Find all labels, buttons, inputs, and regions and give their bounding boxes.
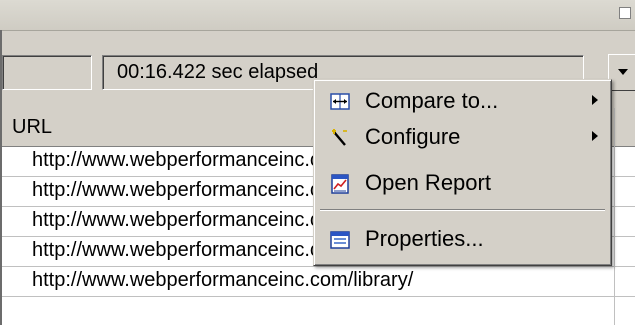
menu-item-label: Properties... (365, 226, 484, 251)
submenu-arrow-icon (592, 95, 598, 105)
column-divider (614, 108, 615, 325)
menu-item-label: Configure (365, 124, 461, 149)
url-cell: http://www.webperformanceinc.com/ (32, 149, 354, 171)
restore-button[interactable] (619, 7, 631, 19)
compare-icon (330, 92, 350, 112)
table-row[interactable]: http://www.webperformanceinc.com/library… (2, 267, 635, 297)
menu-separator (320, 209, 605, 211)
menu-item-label: Compare to... (365, 88, 499, 113)
menu-item-properties[interactable]: Properties... (317, 222, 608, 256)
chevron-down-icon (618, 69, 628, 75)
report-icon (330, 174, 350, 194)
window-title-bar (0, 0, 635, 31)
elapsed-time-text: 00:16.422 sec elapsed (117, 61, 319, 83)
menu-item-label: Open Report (365, 170, 491, 195)
menu-item-configure[interactable]: Configure (317, 120, 608, 154)
dropdown-button[interactable] (608, 54, 635, 91)
status-field (2, 55, 92, 90)
url-cell: http://www.webperformanceinc.com/library… (32, 269, 414, 291)
context-menu: Compare to... Configure Open Report Prop… (313, 79, 612, 266)
submenu-arrow-icon (592, 131, 598, 141)
properties-icon (330, 230, 350, 250)
wand-icon (330, 128, 350, 148)
url-column-header[interactable]: URL (12, 116, 52, 139)
menu-item-compare-to[interactable]: Compare to... (317, 84, 608, 118)
menu-item-open-report[interactable]: Open Report (317, 166, 608, 200)
